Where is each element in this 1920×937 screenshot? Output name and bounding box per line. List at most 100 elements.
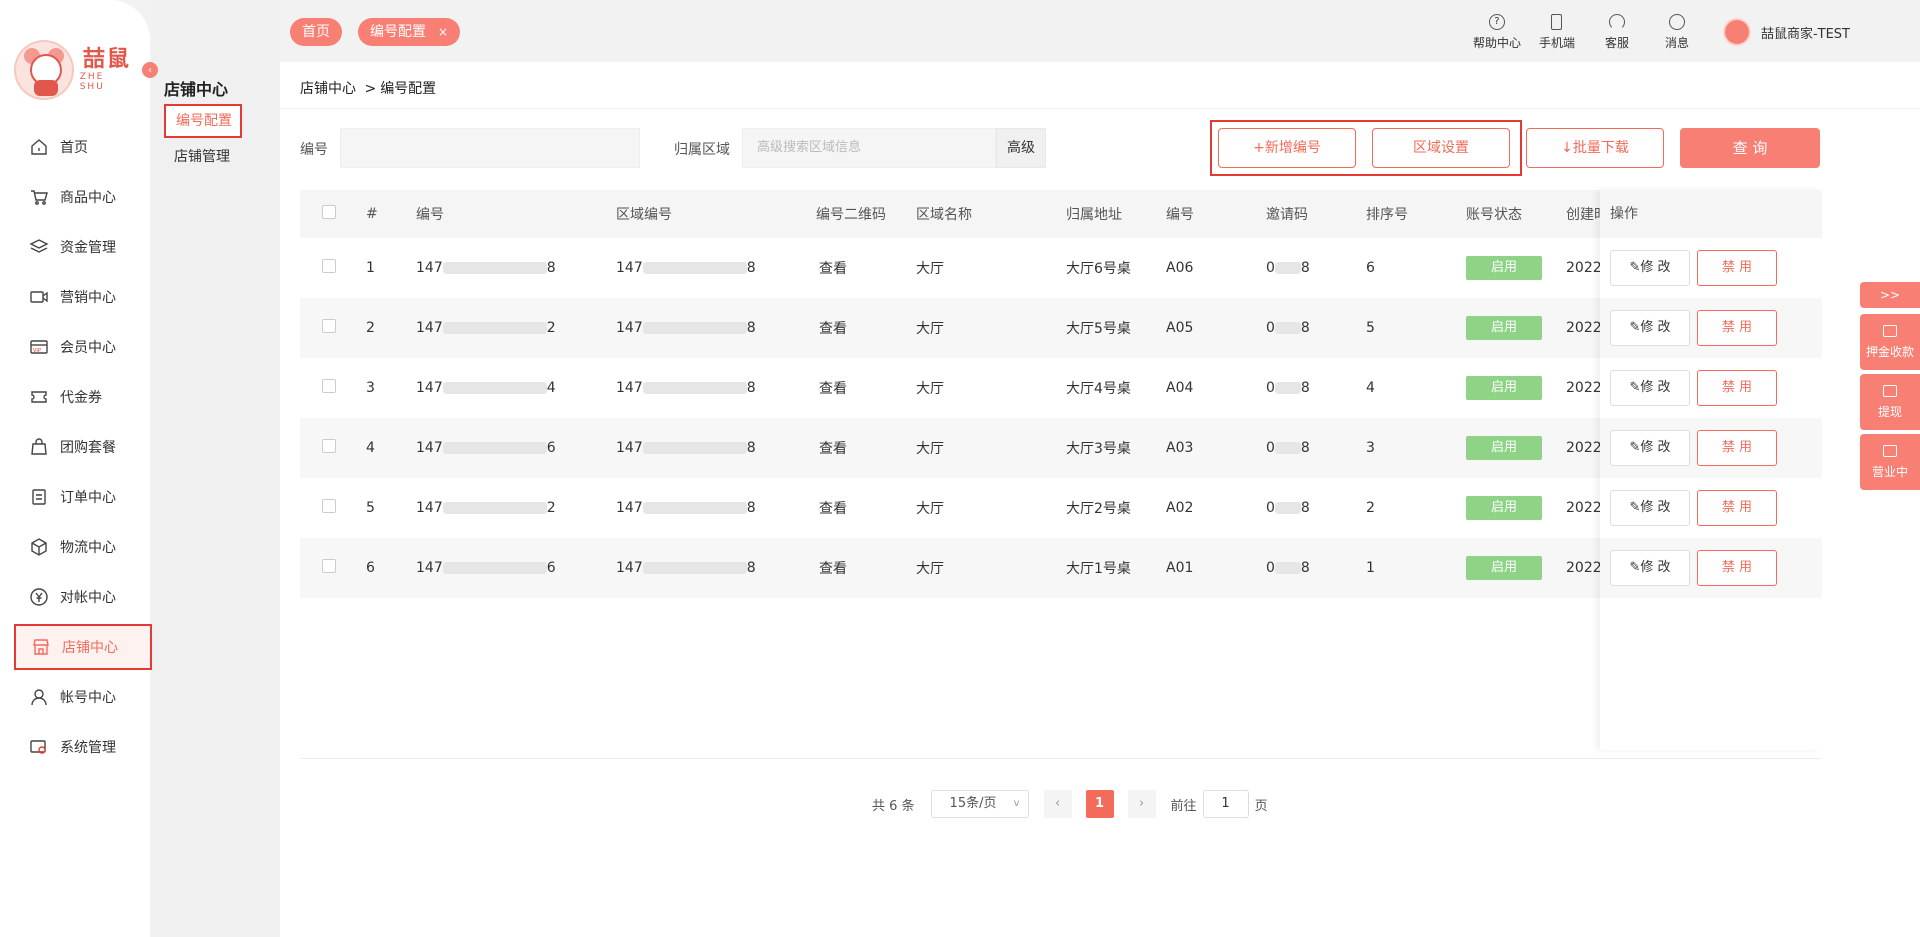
sidebar-item-marketing[interactable]: 营销中心 bbox=[14, 274, 152, 320]
view-qr-link[interactable]: 查看 bbox=[816, 258, 916, 278]
row-number: 147 2 bbox=[416, 500, 616, 516]
masked-value bbox=[1274, 322, 1301, 334]
row-region-name: 大厅 bbox=[916, 501, 944, 517]
masked-value bbox=[442, 502, 547, 514]
sidebar-item-coupons[interactable]: 代金券 bbox=[14, 374, 152, 420]
number-suffix: 2 bbox=[546, 320, 556, 336]
edit-button[interactable]: ✎修 改 bbox=[1610, 550, 1690, 586]
ops-row: ✎修 改禁 用 bbox=[1600, 238, 1822, 298]
batch-download-button[interactable]: ↓批量下载 bbox=[1526, 128, 1664, 168]
header-actions: ? 帮助中心 手机端 客服 消息 喆鼠商家-TEST bbox=[1467, 14, 1920, 51]
sidebar-item-logistics[interactable]: 物流中心 bbox=[14, 524, 152, 570]
row-checkbox[interactable] bbox=[322, 439, 336, 453]
business-status-button[interactable]: 营业中 bbox=[1860, 434, 1920, 490]
masked-value bbox=[442, 262, 547, 274]
row-checkbox[interactable] bbox=[322, 499, 336, 513]
disable-button[interactable]: 禁 用 bbox=[1697, 490, 1777, 526]
row-region-number: 147 8 bbox=[616, 320, 816, 336]
customer-service-button[interactable]: 客服 bbox=[1587, 14, 1647, 51]
view-qr-link[interactable]: 查看 bbox=[816, 498, 916, 518]
sidebar-item-label: 系统管理 bbox=[60, 740, 116, 756]
edit-label: 修 改 bbox=[1640, 560, 1671, 575]
disable-button[interactable]: 禁 用 bbox=[1697, 310, 1777, 346]
edit-icon: ✎ bbox=[1629, 320, 1641, 335]
sidebar-item-members[interactable]: VIP 会员中心 bbox=[14, 324, 152, 370]
user-menu[interactable]: 喆鼠商家-TEST bbox=[1722, 18, 1850, 46]
page-size-select[interactable]: 15条/页 v bbox=[930, 790, 1029, 818]
region-suffix: 8 bbox=[746, 560, 756, 576]
view-qr-link[interactable]: 查看 bbox=[816, 378, 916, 398]
submenu-item-store-management[interactable]: 店铺管理 bbox=[164, 142, 242, 176]
edit-button[interactable]: ✎修 改 bbox=[1610, 490, 1690, 526]
breadcrumb-parent[interactable]: 店铺中心 bbox=[300, 81, 356, 97]
withdraw-button[interactable]: 提现 bbox=[1860, 374, 1920, 430]
col-header: 邀请码 bbox=[1266, 207, 1308, 223]
edit-label: 修 改 bbox=[1640, 440, 1671, 455]
help-center-button[interactable]: ? 帮助中心 bbox=[1467, 14, 1527, 51]
masked-value bbox=[642, 382, 747, 394]
row-checkbox[interactable] bbox=[322, 259, 336, 273]
add-number-button[interactable]: +新增编号 bbox=[1218, 128, 1356, 168]
tab-home[interactable]: 首页 bbox=[290, 18, 342, 46]
number-input[interactable] bbox=[340, 128, 640, 168]
sidebar-item-label: 会员中心 bbox=[60, 340, 116, 356]
row-checkbox[interactable] bbox=[322, 379, 336, 393]
region-settings-button[interactable]: 区域设置 bbox=[1372, 128, 1510, 168]
masked-value bbox=[642, 262, 747, 274]
col-header: 编号 bbox=[1166, 207, 1194, 223]
advanced-search-button[interactable]: 高级 bbox=[996, 128, 1046, 168]
divider bbox=[300, 758, 1822, 759]
region-search-input[interactable]: 高级搜索区域信息 bbox=[742, 128, 996, 168]
number-prefix: 147 bbox=[416, 260, 443, 276]
goto-page-input[interactable]: 1 bbox=[1202, 790, 1249, 818]
sidebar-item-reconciliation[interactable]: 对帐中心 bbox=[14, 574, 152, 620]
edit-button[interactable]: ✎修 改 bbox=[1610, 250, 1690, 286]
view-qr-link[interactable]: 查看 bbox=[816, 558, 916, 578]
sidebar-collapse-button[interactable]: ‹ bbox=[142, 62, 158, 78]
sidebar-item-orders[interactable]: 订单中心 bbox=[14, 474, 152, 520]
sidebar-item-group-buy[interactable]: 团购套餐 bbox=[14, 424, 152, 470]
messages-button[interactable]: 消息 bbox=[1647, 14, 1707, 51]
view-qr-link[interactable]: 查看 bbox=[816, 318, 916, 338]
edit-button[interactable]: ✎修 改 bbox=[1610, 310, 1690, 346]
edit-button[interactable]: ✎修 改 bbox=[1610, 370, 1690, 406]
prev-page-button[interactable]: ‹ bbox=[1043, 790, 1072, 818]
row-checkbox[interactable] bbox=[322, 559, 336, 573]
deposit-collection-button[interactable]: 押金收款 bbox=[1860, 314, 1920, 370]
sidebar-item-home[interactable]: 首页 bbox=[14, 124, 152, 170]
edit-button[interactable]: ✎修 改 bbox=[1610, 430, 1690, 466]
float-panel-toggle[interactable]: >> bbox=[1860, 282, 1920, 308]
status-badge: 启用 bbox=[1466, 376, 1542, 400]
row-checkbox[interactable] bbox=[322, 319, 336, 333]
tab-number-config[interactable]: 编号配置 × bbox=[358, 18, 461, 46]
mobile-button[interactable]: 手机端 bbox=[1527, 14, 1587, 51]
submenu-item-number-config[interactable]: 编号配置 bbox=[164, 104, 242, 138]
sidebar-item-products[interactable]: 商品中心 bbox=[14, 174, 152, 220]
store-icon bbox=[30, 636, 52, 658]
brand-logo[interactable]: 喆鼠 ZHE SHU bbox=[14, 38, 134, 102]
sidebar-item-system[interactable]: 系统管理 bbox=[14, 724, 152, 770]
next-page-button[interactable]: › bbox=[1127, 790, 1156, 818]
disable-button[interactable]: 禁 用 bbox=[1697, 370, 1777, 406]
sidebar-item-funds[interactable]: 资金管理 bbox=[14, 224, 152, 270]
disable-button[interactable]: 禁 用 bbox=[1697, 430, 1777, 466]
sidebar-item-accounts[interactable]: 帐号中心 bbox=[14, 674, 152, 720]
invite-prefix: 0 bbox=[1266, 380, 1275, 396]
row-number: 147 8 bbox=[416, 260, 616, 276]
select-all-checkbox[interactable] bbox=[322, 205, 336, 219]
close-icon[interactable]: × bbox=[438, 25, 448, 39]
col-header: 归属地址 bbox=[1066, 207, 1122, 223]
query-button[interactable]: 查 询 bbox=[1680, 128, 1820, 168]
row-code: A01 bbox=[1166, 560, 1194, 576]
row-region-number: 147 8 bbox=[616, 500, 816, 516]
sidebar-item-label: 团购套餐 bbox=[60, 440, 116, 456]
edit-label: 修 改 bbox=[1640, 260, 1671, 275]
disable-button[interactable]: 禁 用 bbox=[1697, 550, 1777, 586]
float-label: 提现 bbox=[1877, 404, 1902, 419]
page-suffix: 页 bbox=[1254, 798, 1268, 814]
sidebar-item-store-center[interactable]: 店铺中心 bbox=[14, 624, 152, 670]
view-qr-link[interactable]: 查看 bbox=[816, 438, 916, 458]
number-prefix: 147 bbox=[416, 560, 443, 576]
disable-button[interactable]: 禁 用 bbox=[1697, 250, 1777, 286]
page-number-current[interactable]: 1 bbox=[1085, 790, 1114, 818]
